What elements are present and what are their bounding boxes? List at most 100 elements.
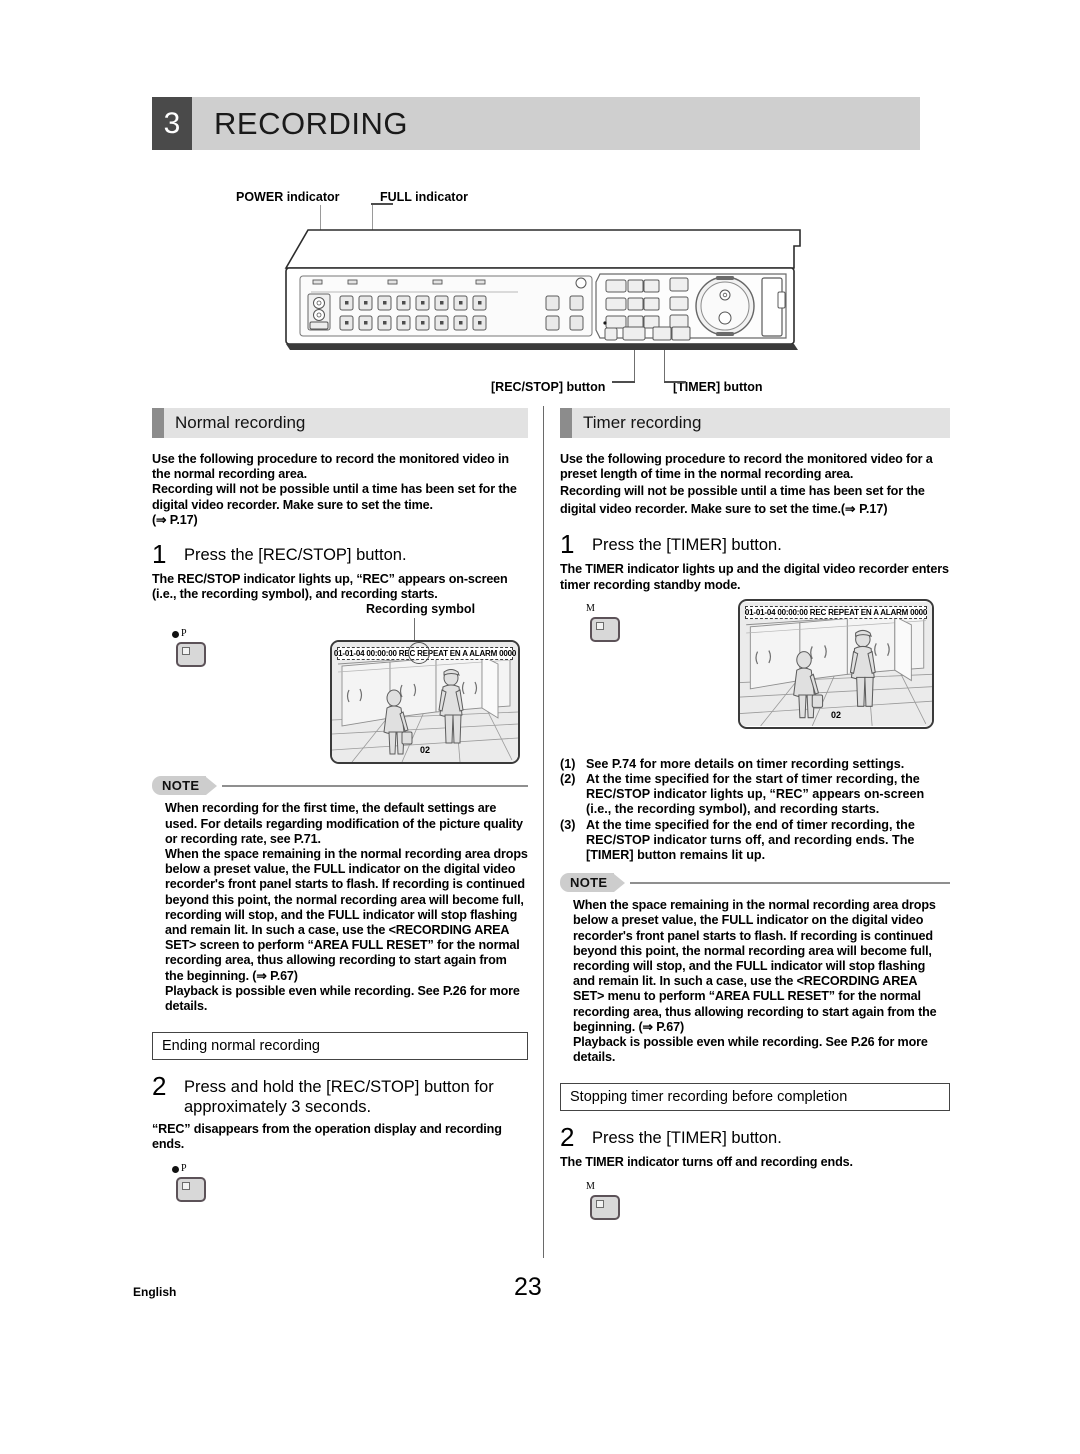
list-item-text: See P.74 for more details on timer recor… — [586, 756, 905, 771]
normal-note-paragraph-3: Playback is possible even while recordin… — [165, 983, 520, 1014]
normal-step-2-number: 2 — [152, 1071, 167, 1102]
normal-note-paragraph-1: When recording for the first time, the d… — [165, 801, 523, 846]
normal-step-1-number: 1 — [152, 539, 167, 570]
note-caption-2: NOTE — [560, 873, 615, 893]
normal-note-paragraph-2: When the space remaining in the normal r… — [165, 847, 528, 983]
list-item-marker: (2) — [560, 772, 576, 787]
recstop-button-icon-label: P — [181, 628, 187, 640]
normal-step-2-description: “REC” disappears from the operation disp… — [152, 1122, 502, 1152]
normal-illustration-row: P Recording symbol 01-01-04 00:00:00 REC… — [152, 602, 528, 766]
timer-step-2: 2 Press the [TIMER] button. — [560, 1124, 950, 1150]
normal-note-box: NOTE When recording for the first time, … — [152, 776, 528, 1014]
normal-intro-reference: (⇒ P.17) — [152, 512, 198, 527]
recstop-button-icon-2-label: P — [181, 1162, 187, 1174]
recstop-button-icon: P — [168, 628, 214, 672]
recording-symbol-label: Recording symbol — [366, 602, 476, 617]
note-body-2: When the space remaining in the normal r… — [560, 898, 950, 1065]
normal-intro2-paragraph: Recording will not be possible until a t… — [152, 482, 517, 512]
leader-recording-symbol — [414, 618, 416, 643]
normal-monitor-illustration: 01-01-04 00:00:00 REC REPEAT EN A ALARM … — [330, 640, 520, 765]
leader-power-full-connector — [371, 203, 393, 205]
list-item-marker: (3) — [560, 817, 576, 832]
camera-number-label: 02 — [419, 745, 431, 756]
column-divider — [543, 406, 544, 1258]
recstop-button-icon-2: P — [168, 1163, 214, 1207]
timer-key-shape — [590, 616, 620, 642]
section-tab-marker — [152, 408, 164, 438]
manual-page: 3 RECORDING POWER indicator FULL indicat… — [0, 0, 1080, 1454]
note-header: NOTE — [152, 776, 528, 796]
subheading-ending-normal-recording: Ending normal recording — [152, 1032, 528, 1061]
recstop-key-shape-2 — [176, 1176, 206, 1202]
timer-illustration-row: M 01-01-04 00:00:00 REC REPEAT EN A ALAR… — [560, 598, 950, 747]
normal-step-1-text: Press the [REC/STOP] button. — [184, 546, 407, 565]
section-header-timer-recording: Timer recording — [560, 408, 950, 438]
timer-key-shape-2 — [590, 1194, 620, 1220]
timer-button-icon-label: M — [586, 602, 595, 614]
section-title-timer-recording: Timer recording — [583, 413, 702, 432]
callout-recstop-button: [REC/STOP] button — [491, 380, 606, 394]
timer-step-2-text: Press the [TIMER] button. — [592, 1129, 782, 1148]
note-caption: NOTE — [152, 776, 207, 796]
callout-power-indicator: POWER indicator — [236, 190, 340, 204]
note-arrow-icon — [206, 776, 218, 795]
camera-number-label-2: 02 — [830, 709, 842, 720]
normal-step-2: 2 Press and hold the [REC/STOP] button f… — [152, 1073, 528, 1117]
list-item: (2) At the time specified for the start … — [560, 772, 950, 818]
list-item: (3) At the time specified for the end of… — [560, 818, 950, 864]
chapter-header: 3 RECORDING — [152, 97, 920, 150]
dvr-svg — [284, 229, 801, 350]
timer-step-1-text: Press the [TIMER] button. — [592, 536, 782, 555]
note-body: When recording for the first time, the d… — [152, 801, 528, 1014]
dvr-front-panel-illustration — [278, 222, 808, 367]
normal-recording-column: Normal recording Use the following proce… — [152, 408, 528, 1207]
normal-step-2-text: Press and hold the [REC/STOP] button for… — [184, 1078, 494, 1117]
section-title-normal-recording: Normal recording — [175, 413, 306, 432]
timer-note-box: NOTE When the space remaining in the nor… — [560, 873, 950, 1065]
chapter-number: 3 — [152, 97, 192, 150]
timer-step-1-description: The TIMER indicator lights up and the di… — [560, 562, 949, 592]
timer-step-1-number: 1 — [560, 529, 575, 560]
record-dot-icon-2 — [172, 1165, 179, 1173]
callout-full-indicator: FULL indicator — [380, 190, 468, 204]
page-title: RECORDING — [214, 105, 408, 141]
chapter-title-bar: RECORDING — [192, 97, 920, 150]
note-rule — [222, 784, 528, 787]
timer-note-paragraph-1: When the space remaining in the normal r… — [573, 898, 937, 1034]
timer-step-2-description: The TIMER indicator turns off and record… — [560, 1155, 853, 1170]
timer-monitor-illustration: 01-01-04 00:00:00 REC REPEAT EN A ALARM … — [738, 598, 934, 729]
callout-timer-button: [TIMER] button — [673, 380, 763, 394]
normal-intro-paragraph: Use the following procedure to record th… — [152, 452, 509, 482]
recstop-key-shape — [176, 642, 206, 668]
note-arrow-icon-2 — [614, 873, 626, 892]
osd-status-bar-2: 01-01-04 00:00:00 REC REPEAT EN A ALARM … — [744, 605, 928, 619]
list-item-text: At the time specified for the start of t… — [586, 772, 925, 817]
timer-recording-column: Timer recording Use the following proced… — [560, 408, 950, 1225]
leader-timer-horizontal — [664, 381, 686, 383]
timer-button-on-device — [622, 326, 646, 341]
timer-step-1: 1 Press the [TIMER] button. — [560, 531, 950, 557]
recstop-button-on-device — [604, 327, 618, 341]
normal-step-1-description: The REC/STOP indicator lights up, “REC” … — [152, 572, 508, 602]
normal-step-1: 1 Press the [REC/STOP] button. — [152, 541, 528, 567]
footer-language: English — [133, 1285, 177, 1299]
timer-button-icon-2: M — [582, 1181, 628, 1225]
timer-note-paragraph-2: Playback is possible even while recordin… — [573, 1035, 928, 1065]
leader-recstop-horizontal — [612, 381, 635, 383]
note-header-2: NOTE — [560, 873, 950, 893]
timer-numbered-list: (1) See P.74 for more details on timer r… — [560, 757, 950, 863]
section-tab-marker-2 — [560, 408, 572, 438]
subheading-stopping-timer-recording: Stopping timer recording before completi… — [560, 1083, 950, 1112]
timer-button-icon: M — [582, 603, 628, 647]
scene-svg-2 — [740, 601, 932, 727]
list-item-text: At the time specified for the end of tim… — [586, 817, 915, 863]
timer-intro-paragraph: Use the following procedure to record th… — [560, 452, 933, 482]
list-item: (1) See P.74 for more details on timer r… — [560, 757, 950, 772]
footer-page-number: 23 — [514, 1273, 542, 1301]
note-rule-2 — [630, 881, 950, 884]
timer-intro-reference: (⇒ P.17) — [840, 502, 888, 517]
timer-button-icon-2-label: M — [586, 1180, 595, 1192]
section-header-normal-recording: Normal recording — [152, 408, 528, 438]
list-item-marker: (1) — [560, 756, 576, 771]
timer-step-2-number: 2 — [560, 1122, 575, 1153]
